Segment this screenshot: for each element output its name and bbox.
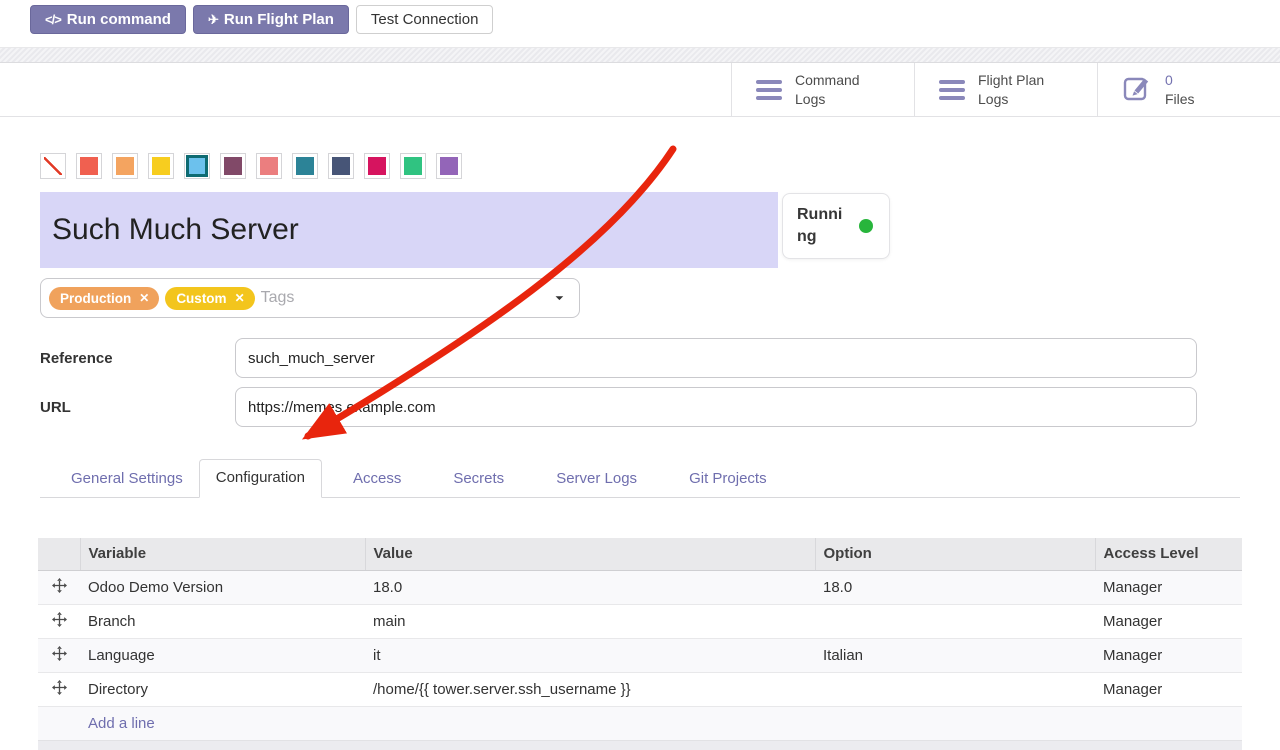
cell-access-level[interactable]: Manager [1095,604,1242,638]
flight-plan-logs-button[interactable]: Flight Plan Logs [914,63,1097,116]
color-swatch[interactable] [148,153,174,179]
color-swatch[interactable] [328,153,354,179]
code-icon: </> [45,12,61,27]
run-flight-plan-label: Run Flight Plan [224,11,334,28]
configuration-table: Variable Value Option Access Level Odoo … [38,538,1242,740]
cell-option[interactable] [815,604,1095,638]
run-command-label: Run command [67,11,171,28]
menu-icon [939,80,965,100]
cell-value[interactable]: main [365,604,815,638]
table-row[interactable]: Branch main Manager [38,604,1242,638]
flight-plan-logs-label-line2: Logs [978,91,1008,107]
tab-git-projects[interactable]: Git Projects [673,461,783,498]
cell-variable[interactable]: Odoo Demo Version [80,570,365,604]
run-command-button[interactable]: </> Run command [30,5,186,34]
column-header-variable: Variable [80,538,365,570]
run-flight-plan-button[interactable]: ✈ Run Flight Plan [193,5,349,34]
test-connection-label: Test Connection [371,11,479,28]
cell-option[interactable] [815,672,1095,706]
tags-field[interactable]: Production ✕ Custom ✕ Tags ▼ [40,278,580,318]
command-logs-button[interactable]: Command Logs [731,63,914,116]
tag-pill-custom[interactable]: Custom ✕ [165,287,254,310]
table-row[interactable]: Odoo Demo Version 18.0 18.0 Manager [38,570,1242,604]
tag-pill-production[interactable]: Production ✕ [49,287,159,310]
form-sheet: Such Much Server Running Production ✕ Cu… [0,153,1280,750]
url-input[interactable] [235,387,1197,427]
color-swatch-row [40,153,1240,179]
color-swatch[interactable] [364,153,390,179]
cell-option[interactable]: 18.0 [815,570,1095,604]
drag-handle-icon[interactable] [38,638,80,672]
color-swatch[interactable] [436,153,462,179]
flight-plan-logs-label-line1: Flight Plan [978,72,1044,88]
cell-access-level[interactable]: Manager [1095,638,1242,672]
menu-icon [756,80,782,100]
color-swatch[interactable] [112,153,138,179]
drag-handle-icon[interactable] [38,570,80,604]
tag-remove-icon[interactable]: ✕ [139,291,149,305]
chevron-down-icon[interactable]: ▼ [553,294,566,301]
tag-label: Custom [176,291,226,306]
status-dot [859,219,873,233]
handle-column-header [38,538,80,570]
table-row[interactable]: Language it Italian Manager [38,638,1242,672]
edit-file-icon [1122,72,1152,107]
status-card: Running [782,193,890,259]
tab-access[interactable]: Access [337,461,417,498]
notebook-tabs: General Settings Configuration Access Se… [40,459,1240,498]
add-a-line-link[interactable]: Add a line [88,715,155,732]
tab-general-settings[interactable]: General Settings [55,461,199,498]
reference-input[interactable] [235,338,1197,378]
cell-value[interactable]: 18.0 [365,570,815,604]
color-swatch[interactable] [220,153,246,179]
tag-label: Production [60,291,131,306]
tags-placeholder: Tags [261,289,295,307]
color-swatch-none[interactable] [40,153,66,179]
column-header-value: Value [365,538,815,570]
color-swatch[interactable] [184,153,210,179]
tab-secrets[interactable]: Secrets [437,461,520,498]
server-name-field[interactable]: Such Much Server [40,192,778,268]
files-label: Files [1165,91,1195,107]
cell-access-level[interactable]: Manager [1095,672,1242,706]
cell-access-level[interactable]: Manager [1095,570,1242,604]
files-count: 0 [1165,72,1173,88]
plane-icon: ✈ [208,12,218,28]
tab-configuration[interactable]: Configuration [199,459,322,498]
column-header-access-level: Access Level [1095,538,1242,570]
server-name: Such Much Server [52,213,299,247]
cell-variable[interactable]: Branch [80,604,365,638]
table-header-row: Variable Value Option Access Level [38,538,1242,570]
drag-handle-icon[interactable] [38,672,80,706]
cell-value[interactable]: /home/{{ tower.server.ssh_username }} [365,672,815,706]
divider-band [0,47,1280,63]
url-label: URL [40,399,235,416]
table-row[interactable]: Directory /home/{{ tower.server.ssh_user… [38,672,1242,706]
tag-remove-icon[interactable]: ✕ [235,291,245,305]
action-toolbar: </> Run command ✈ Run Flight Plan Test C… [0,0,1280,40]
reference-label: Reference [40,350,235,367]
color-swatch[interactable] [400,153,426,179]
cell-variable[interactable]: Language [80,638,365,672]
cell-variable[interactable]: Directory [80,672,365,706]
command-logs-label-line2: Logs [795,91,825,107]
test-connection-button[interactable]: Test Connection [356,5,494,34]
cell-value[interactable]: it [365,638,815,672]
cell-option[interactable]: Italian [815,638,1095,672]
color-swatch[interactable] [76,153,102,179]
color-swatch[interactable] [256,153,282,179]
tab-server-logs[interactable]: Server Logs [540,461,653,498]
column-header-option: Option [815,538,1095,570]
files-button[interactable]: 0 Files [1097,63,1280,116]
status-label: Running [797,204,849,249]
record-header-bar: Command Logs Flight Plan Logs 0 Files [0,63,1280,117]
command-logs-label-line1: Command [795,72,860,88]
color-swatch[interactable] [292,153,318,179]
add-line-row: Add a line [38,706,1242,740]
drag-handle-icon[interactable] [38,604,80,638]
